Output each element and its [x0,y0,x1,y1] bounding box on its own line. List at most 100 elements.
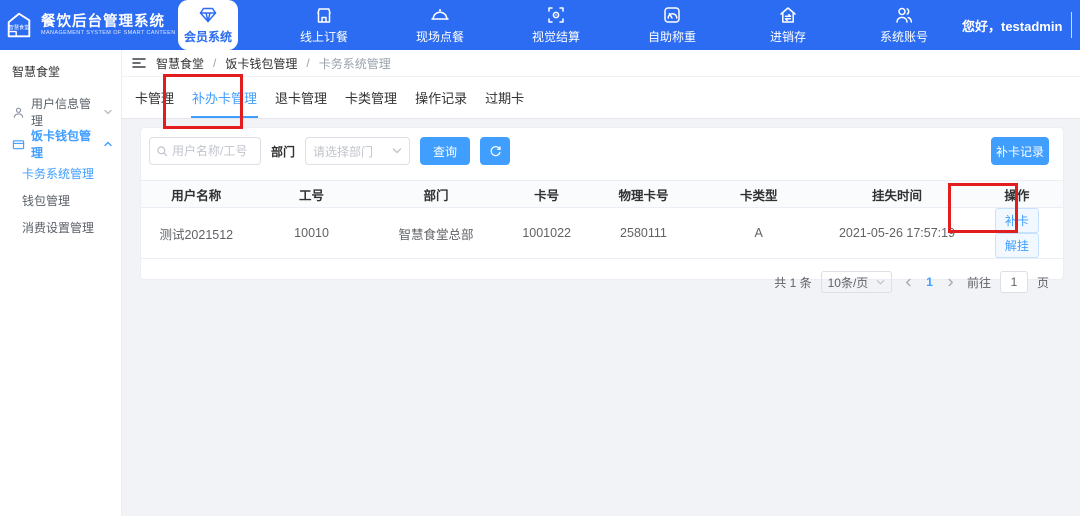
prev-page-button[interactable] [901,273,915,291]
chevron-left-icon [904,278,913,287]
breadcrumb: 智慧食堂 / 饭卡钱包管理 / 卡务系统管理 [122,50,1080,77]
storefront-icon [314,5,334,25]
nav-label: 线上订餐 [300,28,348,45]
tab-card-type-management[interactable]: 卡类管理 [344,77,398,118]
chevron-right-icon [946,278,955,287]
top-nav: 会员系统 线上订餐 现场点餐 [150,0,962,50]
tab-card-management[interactable]: 卡管理 [134,77,175,118]
search-input[interactable] [172,144,254,158]
user-card-icon [12,106,25,119]
cell-card-no: 1001022 [501,208,593,259]
app-screen: 智慧食堂 餐饮后台管理系统 MANAGEMENT SYSTEM OF SMART… [0,0,1080,522]
search-input-wrapper [149,137,261,165]
tab-reissue-card-management[interactable]: 补办卡管理 [191,77,258,118]
tabs-bar: 卡管理 补办卡管理 退卡管理 卡类管理 操作记录 过期卡 [122,77,1080,119]
tab-label: 操作记录 [415,88,467,107]
logo-text: 智慧食堂 [9,23,30,31]
app-logo-icon: 智慧食堂 [4,10,34,40]
sidebar-subitem-label: 卡务系统管理 [22,165,94,182]
col-card-type: 卡类型 [694,181,823,208]
chevron-down-icon [392,146,402,156]
nav-label: 进销存 [770,28,806,45]
refresh-icon [489,145,502,158]
reissue-record-button[interactable]: 补卡记录 [991,137,1049,165]
query-button[interactable]: 查询 [420,137,470,165]
tab-expired-card[interactable]: 过期卡 [484,77,525,118]
tab-operation-log[interactable]: 操作记录 [414,77,468,118]
users-icon [894,5,914,25]
current-page[interactable]: 1 [924,275,935,289]
pagination: 共 1 条 10条/页 1 前往 页 [141,271,1063,293]
breadcrumb-item-wallet[interactable]: 饭卡钱包管理 [225,55,297,72]
nav-item-system-account[interactable]: 系统账号 [846,0,962,50]
goto-page-input[interactable] [1000,271,1028,293]
top-header: 智慧食堂 餐饮后台管理系统 MANAGEMENT SYSTEM OF SMART… [0,0,1080,50]
breadcrumb-item-current: 卡务系统管理 [319,55,391,72]
tab-label: 补办卡管理 [192,88,257,107]
chevron-down-icon [103,107,113,117]
unfreeze-card-button[interactable]: 解挂 [995,233,1039,258]
cell-job-no: 10010 [252,208,372,259]
horizontal-scrollbar-track[interactable] [0,516,1080,522]
sidebar-subitem-label: 钱包管理 [22,192,70,209]
tab-label: 过期卡 [485,88,524,107]
col-physical-no: 物理卡号 [593,181,694,208]
table-header-row: 用户名称 工号 部门 卡号 物理卡号 卡类型 挂失时间 操作 [141,181,1063,208]
nav-label: 会员系统 [184,28,232,45]
cell-user-name: 测试2021512 [141,208,252,259]
content-card: 部门 请选择部门 查询 补卡记录 用户名称 [140,127,1064,280]
sidebar-item-user-info[interactable]: 用户信息管理 [0,96,121,128]
gem-icon [198,5,218,25]
cell-dept: 智慧食堂总部 [371,208,500,259]
col-lost-time: 挂失时间 [823,181,971,208]
tab-label: 卡管理 [135,88,174,107]
nav-item-online-order[interactable]: 线上订餐 [266,0,382,50]
user-greeting: 您好，testadmin [962,16,1062,35]
dept-select-placeholder: 请选择部门 [313,143,373,160]
header-divider [1071,12,1072,38]
main-area: 智慧食堂 / 饭卡钱包管理 / 卡务系统管理 卡管理 补办卡管理 退卡管理 卡类… [122,50,1080,522]
col-dept: 部门 [371,181,500,208]
tab-label: 卡类管理 [345,88,397,107]
sidebar-title: 智慧食堂 [0,50,121,80]
nav-item-member-system[interactable]: 会员系统 [150,0,266,50]
breadcrumb-separator: / [306,56,309,70]
brand: 智慧食堂 餐饮后台管理系统 MANAGEMENT SYSTEM OF SMART… [0,0,150,50]
sidebar-subitem-card-system[interactable]: 卡务系统管理 [0,160,121,187]
reissue-card-button[interactable]: 补卡 [995,208,1039,233]
filter-row: 部门 请选择部门 查询 补卡记录 [141,128,1063,165]
page-size-value: 10条/页 [828,274,869,291]
scan-eye-icon [546,5,566,25]
nav-item-vision-checkout[interactable]: 视觉结算 [498,0,614,50]
tab-label: 退卡管理 [275,88,327,107]
nav-item-self-weigh[interactable]: 自助称重 [614,0,730,50]
sidebar-subitem-wallet[interactable]: 钱包管理 [0,187,121,214]
tab-return-card-management[interactable]: 退卡管理 [274,77,328,118]
sidebar-item-label: 用户信息管理 [31,95,97,129]
sidebar-item-meal-card-wallet[interactable]: 饭卡钱包管理 [0,128,121,160]
refresh-button[interactable] [480,137,510,165]
cell-card-type: A [694,208,823,259]
col-card-no: 卡号 [501,181,593,208]
nav-item-onsite-order[interactable]: 现场点餐 [382,0,498,50]
sidebar: 智慧食堂 用户信息管理 饭卡钱包管理 卡务系统管理 钱包管理 消费设置管理 [0,50,122,522]
breadcrumb-item-home[interactable]: 智慧食堂 [156,55,204,72]
search-icon [156,145,168,157]
wallet-card-icon [12,138,25,151]
page-size-select[interactable]: 10条/页 [821,271,893,293]
warehouse-arrows-icon [778,5,798,25]
scale-gauge-icon [662,5,682,25]
user-area: 您好，testadmin 退出登录 [962,0,1080,50]
nav-item-inventory[interactable]: 进销存 [730,0,846,50]
sidebar-item-label: 饭卡钱包管理 [31,127,97,161]
sidebar-subitem-consume-settings[interactable]: 消费设置管理 [0,214,121,241]
dept-select[interactable]: 请选择部门 [305,137,410,165]
nav-label: 现场点餐 [416,28,464,45]
chevron-up-icon [103,139,113,149]
sidebar-menu: 用户信息管理 饭卡钱包管理 卡务系统管理 钱包管理 消费设置管理 [0,96,121,241]
app-subtitle: MANAGEMENT SYSTEM OF SMART CANTEEN [41,30,176,36]
page-unit-label: 页 [1037,274,1049,291]
collapse-menu-icon[interactable] [131,55,147,71]
cell-physical-no: 2580111 [593,208,694,259]
next-page-button[interactable] [944,273,958,291]
